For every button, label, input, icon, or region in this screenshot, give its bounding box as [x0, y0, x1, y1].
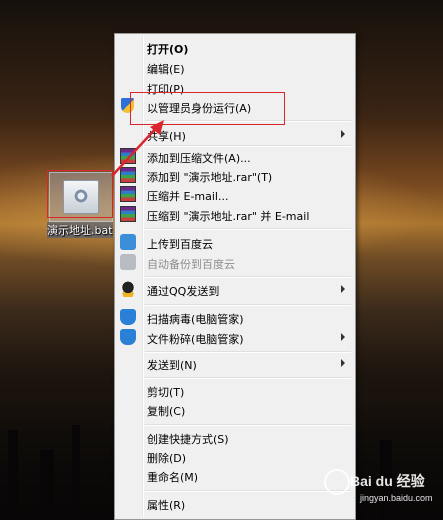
baidu-jingyan-watermark: Bai du 经验 jingyan.baidu.com	[300, 463, 440, 513]
watermark-brand: Bai du 经验	[350, 473, 425, 489]
baidu-paw-icon	[324, 469, 350, 495]
annotation-arrow	[111, 120, 164, 177]
watermark-url: jingyan.baidu.com	[360, 493, 433, 503]
